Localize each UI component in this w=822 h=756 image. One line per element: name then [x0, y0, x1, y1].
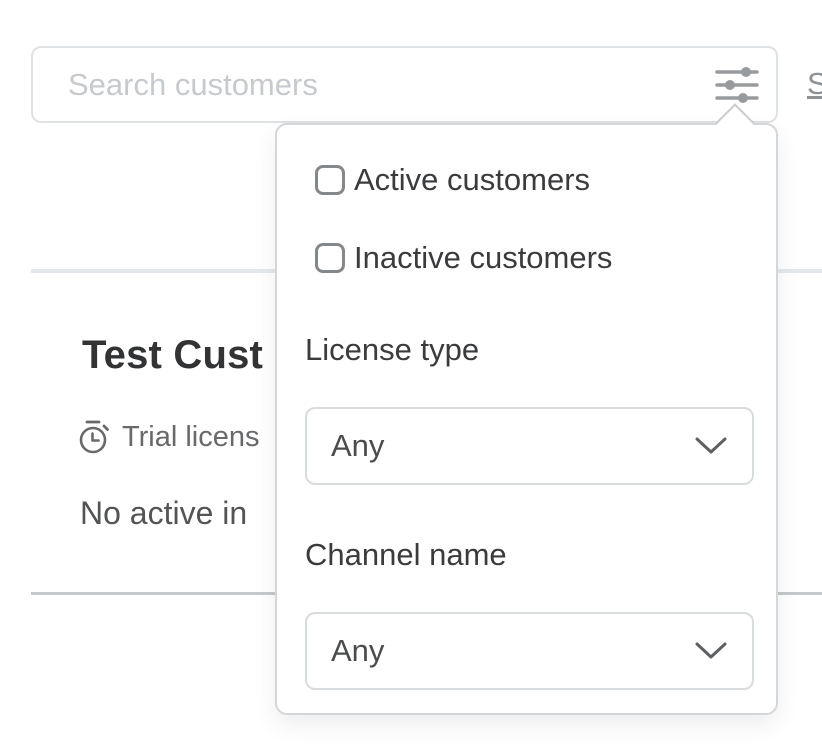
license-type-select[interactable]: Any [305, 407, 754, 485]
channel-name-select-value: Any [307, 633, 694, 669]
active-customers-option[interactable]: Active customers [315, 162, 590, 198]
checkbox-label: Active customers [354, 162, 590, 198]
stopwatch-icon [76, 418, 112, 456]
license-type-text: Trial licens [122, 421, 260, 454]
search-input[interactable] [33, 48, 706, 121]
customers-page: Test Cust Trial licens No active in [0, 0, 822, 756]
channel-name-select[interactable]: Any [305, 612, 754, 690]
license-type-select-value: Any [307, 428, 694, 464]
checkbox-label: Inactive customers [354, 240, 612, 276]
customer-card: Test Cust Trial licens No active in [0, 280, 277, 580]
filter-popover: Active customers Inactive customers Lice… [275, 123, 778, 715]
inactive-customers-checkbox[interactable] [315, 243, 345, 273]
sliders-icon [715, 65, 759, 105]
customer-title: Test Cust [82, 333, 263, 378]
inactive-customers-option[interactable]: Inactive customers [315, 240, 612, 276]
active-customers-checkbox[interactable] [315, 165, 345, 195]
chevron-down-icon [694, 436, 728, 456]
clipped-link[interactable]: S [807, 66, 822, 102]
license-type-label: License type [305, 332, 479, 368]
search-bar [31, 46, 778, 123]
license-badge: Trial licens [76, 418, 260, 456]
channel-name-label: Channel name [305, 537, 507, 573]
chevron-down-icon [694, 641, 728, 661]
customer-status-text: No active in [80, 495, 247, 532]
